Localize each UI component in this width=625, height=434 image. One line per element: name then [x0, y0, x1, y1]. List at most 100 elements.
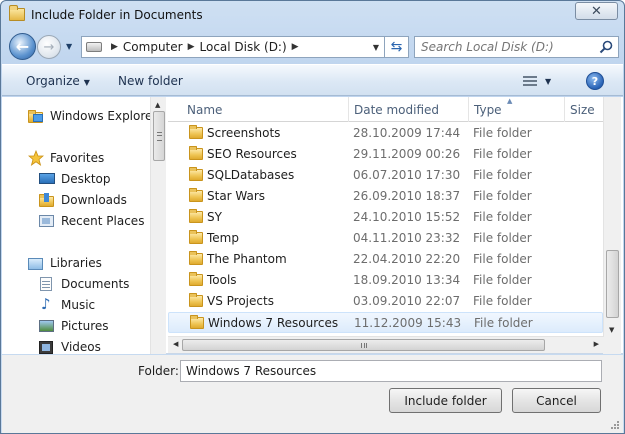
folder-icon	[189, 146, 203, 160]
folder-field[interactable]	[180, 360, 602, 382]
search-input[interactable]	[421, 40, 596, 54]
include-folder-button[interactable]: Include folder	[389, 388, 502, 413]
chevron-down-icon[interactable]: ▼	[545, 77, 551, 86]
scroll-right-icon[interactable]: ▶	[594, 340, 599, 348]
file-date-modified: 04.11.2010 23:32	[353, 231, 461, 245]
file-row[interactable]: Tools 18.09.2010 13:34 File folder	[168, 270, 603, 291]
folder-field-label: Folder:	[138, 364, 179, 378]
back-button[interactable]: ←	[9, 33, 36, 60]
column-header-name[interactable]: Name	[168, 97, 348, 122]
nav-item-favorites[interactable]: Favorites	[28, 150, 105, 166]
scrollbar-corner	[603, 337, 621, 354]
nav-item-windows-explorer[interactable]: Windows Explorer	[28, 109, 157, 123]
scrollbar-thumb[interactable]	[182, 339, 545, 351]
breadcrumb-chevron-icon[interactable]: ▶	[292, 42, 299, 52]
nav-item-documents[interactable]: Documents	[39, 277, 129, 291]
file-row-selected[interactable]: Windows 7 Resources 11.12.2009 15:43 Fil…	[168, 312, 603, 333]
close-button[interactable]: ✕	[575, 2, 618, 20]
file-row[interactable]: VS Projects 03.09.2010 22:07 File folder	[168, 291, 603, 312]
file-name: SEO Resources	[207, 147, 297, 161]
breadcrumb-computer[interactable]: Computer	[123, 40, 183, 54]
breadcrumb-local-disk[interactable]: Local Disk (D:)	[200, 40, 287, 54]
file-row[interactable]: The Phantom 22.04.2010 22:20 File folder	[168, 249, 603, 270]
scroll-left-icon[interactable]: ◀	[173, 340, 178, 348]
search-box[interactable]	[414, 36, 619, 58]
folder-icon	[190, 315, 204, 329]
folder-icon	[189, 272, 203, 286]
sort-ascending-icon: ▲	[507, 97, 513, 105]
close-icon: ✕	[591, 3, 602, 19]
arrow-left-icon: ←	[15, 37, 30, 56]
nav-item-videos[interactable]: Videos	[39, 340, 101, 354]
file-row[interactable]: SY 24.10.2010 15:52 File folder	[168, 207, 603, 228]
organize-label: Organize	[26, 74, 80, 88]
folder-icon	[189, 293, 203, 307]
file-date-modified: 29.11.2009 00:26	[353, 147, 461, 161]
nav-item-label: Videos	[61, 340, 101, 354]
help-button[interactable]: ?	[586, 72, 604, 90]
cancel-button[interactable]: Cancel	[512, 388, 601, 413]
nav-item-music[interactable]: ♪ Music	[39, 295, 95, 313]
file-name: SQLDatabases	[207, 168, 295, 182]
file-row[interactable]: Temp 04.11.2010 23:32 File folder	[168, 228, 603, 249]
scroll-down-icon[interactable]: ▼	[609, 326, 614, 334]
nav-item-label: Pictures	[61, 319, 109, 333]
scroll-up-icon[interactable]: ▲	[155, 101, 160, 109]
file-row[interactable]: Screenshots 28.10.2009 17:44 File folder	[168, 123, 603, 144]
breadcrumb-chevron-icon[interactable]: ▶	[188, 42, 195, 52]
column-header-type[interactable]: Type	[468, 97, 564, 122]
navigation-scrollbar[interactable]: ▲	[150, 97, 166, 354]
file-list-horizontal-scrollbar[interactable]: ◀ ▶	[168, 336, 603, 353]
file-type: File folder	[473, 231, 532, 245]
nav-item-downloads[interactable]: Downloads	[39, 193, 127, 207]
refresh-icon: ⇆	[390, 39, 403, 55]
file-type: File folder	[473, 273, 532, 287]
nav-item-label: Desktop	[61, 172, 111, 186]
nav-item-label: Favorites	[50, 151, 105, 165]
nav-item-desktop[interactable]: Desktop	[39, 172, 111, 186]
organize-menu[interactable]: Organize ▼	[26, 74, 90, 88]
libraries-icon	[28, 256, 44, 270]
details-view-icon	[523, 75, 537, 87]
file-list-vertical-scrollbar[interactable]: ▼	[603, 97, 621, 337]
folder-icon	[189, 188, 203, 202]
nav-item-label: Documents	[61, 277, 130, 291]
music-icon: ♪	[41, 295, 51, 313]
resize-grip-icon[interactable]	[610, 420, 620, 430]
file-type: File folder	[473, 168, 532, 182]
scrollbar-thumb[interactable]	[153, 111, 165, 161]
address-dropdown[interactable]: ▼	[368, 37, 384, 57]
forward-button[interactable]: →	[37, 35, 61, 59]
desktop-icon	[39, 172, 55, 186]
file-name: Tools	[207, 273, 237, 287]
breadcrumb-chevron-icon[interactable]: ▶	[111, 42, 118, 52]
address-bar[interactable]: ▶ Computer ▶ Local Disk (D:) ▶ ▼	[81, 36, 385, 58]
nav-item-label: Downloads	[61, 193, 127, 207]
new-folder-button[interactable]: New folder	[118, 74, 183, 88]
refresh-button[interactable]: ⇆	[385, 36, 409, 58]
folder-icon	[189, 167, 203, 181]
nav-item-pictures[interactable]: Pictures	[39, 319, 109, 333]
file-row[interactable]: SQLDatabases 06.07.2010 17:30 File folde…	[168, 165, 603, 186]
pictures-icon	[39, 319, 55, 333]
file-date-modified: 28.10.2009 17:44	[353, 126, 461, 140]
nav-item-label: Recent Places	[61, 214, 145, 228]
folder-icon	[189, 125, 203, 139]
scrollbar-thumb[interactable]	[606, 250, 619, 318]
change-view-button[interactable]: ▼	[523, 73, 559, 89]
folder-icon	[189, 230, 203, 244]
include-folder-dialog: Include Folder in Documents ✕ ← → ▼ ▶ Co…	[0, 0, 625, 434]
file-type: File folder	[473, 189, 532, 203]
file-row[interactable]: SEO Resources 29.11.2009 00:26 File fold…	[168, 144, 603, 165]
file-name: Screenshots	[207, 126, 281, 140]
search-icon[interactable]	[599, 40, 613, 54]
command-bar: Organize ▼ New folder ▼ ?	[2, 64, 623, 96]
nav-item-recent-places[interactable]: Recent Places	[39, 214, 144, 228]
file-date-modified: 18.09.2010 13:34	[353, 273, 461, 287]
file-type: File folder	[473, 147, 532, 161]
nav-item-libraries[interactable]: Libraries	[28, 256, 102, 270]
file-type: File folder	[474, 316, 533, 330]
recent-pages-dropdown[interactable]: ▼	[66, 42, 76, 52]
column-header-date-modified[interactable]: Date modified	[348, 97, 468, 122]
file-row[interactable]: Star Wars 26.09.2010 18:37 File folder	[168, 186, 603, 207]
